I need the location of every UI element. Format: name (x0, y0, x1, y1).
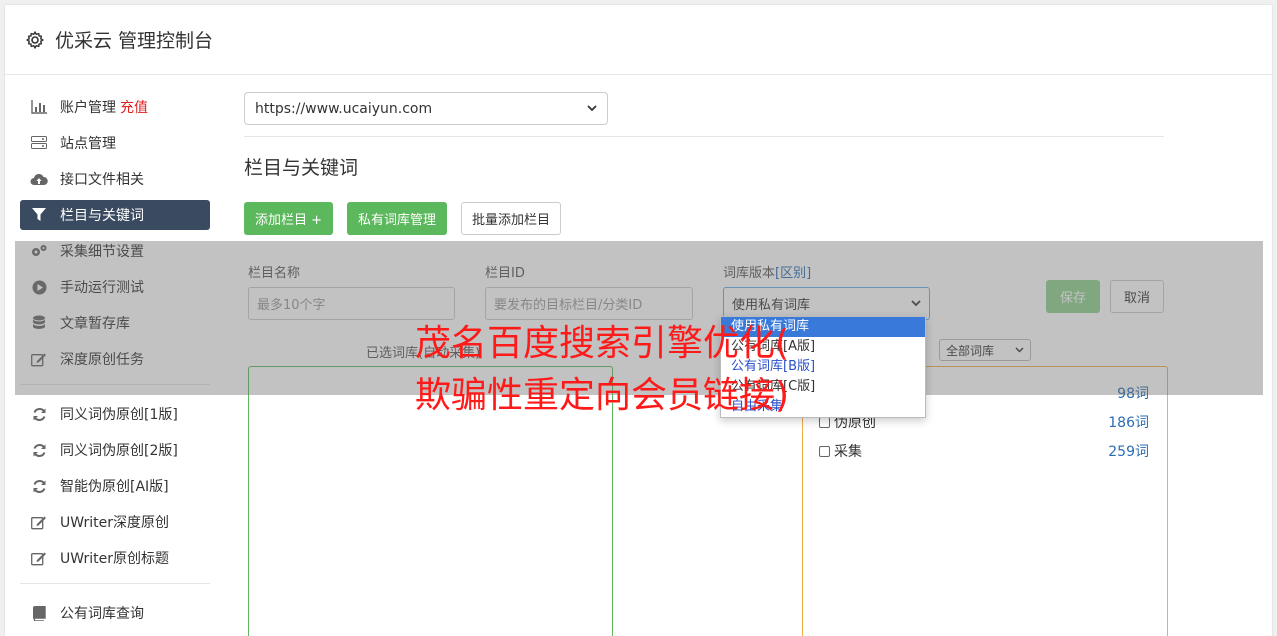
gear-icon (26, 30, 44, 49)
sidebar-item-label: 接口文件相关 (60, 172, 144, 188)
chevron-down-icon (587, 105, 597, 112)
sidebar-divider (20, 583, 210, 584)
server-icon (30, 135, 48, 151)
sidebar-item-label: UWriter深度原创 (60, 515, 169, 531)
divider (244, 136, 1164, 137)
refresh-icon (30, 406, 48, 422)
sidebar-item-synonym-v2[interactable]: 同义词伪原创[2版] (20, 435, 210, 465)
sidebar-item-label: 站点管理 (60, 136, 116, 152)
sidebar-item-synonym-v1[interactable]: 同义词伪原创[1版] (20, 399, 210, 429)
main-content: https://www.ucaiyun.com 栏目与关键词 添加栏目 + 私有… (244, 92, 1164, 320)
add-column-button[interactable]: 添加栏目 + (244, 202, 334, 235)
refresh-icon (30, 478, 48, 494)
sidebar-item-label: 公有词库查询 (60, 606, 144, 622)
page-title: 优采云 管理控制台 (55, 30, 214, 52)
private-lexicon-button[interactable]: 私有词库管理 (347, 202, 448, 235)
sidebar-item-columns-keywords[interactable]: 栏目与关键词 (20, 200, 210, 230)
batch-add-button[interactable]: 批量添加栏目 (461, 202, 562, 235)
watermark-line: 欺骗性重定向会员链接) (415, 375, 790, 416)
edit-icon (30, 514, 48, 530)
edit-icon (30, 550, 48, 566)
section-title: 栏目与关键词 (244, 157, 359, 179)
watermark-line: 茂名百度搜索引擎优化( (415, 323, 790, 364)
site-select-value: https://www.ucaiyun.com (255, 100, 433, 117)
sidebar-item-label: 栏目与关键词 (60, 208, 144, 224)
sidebar-item-label: UWriter原创标题 (60, 551, 169, 567)
sidebar-item-interface-files[interactable]: 接口文件相关 (20, 164, 210, 194)
lexicon-checkbox[interactable] (819, 445, 830, 457)
sidebar-item-sites[interactable]: 站点管理 (20, 128, 210, 158)
sidebar-item-public-lexicon[interactable]: 公有词库查询 (20, 598, 210, 628)
lexicon-row[interactable]: 采集 259词 (819, 441, 1149, 461)
sidebar-item-label: 同义词伪原创[1版] (60, 407, 178, 423)
sidebar-item-uwriter-title[interactable]: UWriter原创标题 (20, 543, 210, 573)
site-select[interactable]: https://www.ucaiyun.com (244, 92, 608, 125)
sidebar-item-account[interactable]: 账户管理 充值 (20, 92, 210, 122)
sidebar-item-label: 智能伪原创[AI版] (60, 479, 169, 495)
sidebar-item-smart-ai[interactable]: 智能伪原创[AI版] (20, 471, 210, 501)
refresh-icon (30, 442, 48, 458)
sidebar-item-uwriter-deep[interactable]: UWriter深度原创 (20, 507, 210, 537)
cloud-upload-icon (30, 171, 48, 187)
page-header: 优采云 管理控制台 (5, 5, 1272, 75)
toolbar: 添加栏目 + 私有词库管理 批量添加栏目 (244, 202, 1164, 235)
watermark-text: 茂名百度搜索引擎优化( 欺骗性重定向会员链接) (415, 318, 885, 422)
sidebar-item-label: 账户管理 (60, 100, 116, 116)
book-icon (30, 605, 48, 621)
filter-icon (30, 207, 48, 223)
lexicon-count: 259词 (1108, 444, 1149, 460)
bar-chart-icon (30, 99, 48, 115)
sidebar-item-label: 同义词伪原创[2版] (60, 443, 178, 459)
recharge-link[interactable]: 充值 (120, 97, 148, 117)
lexicon-count: 186词 (1108, 415, 1149, 431)
